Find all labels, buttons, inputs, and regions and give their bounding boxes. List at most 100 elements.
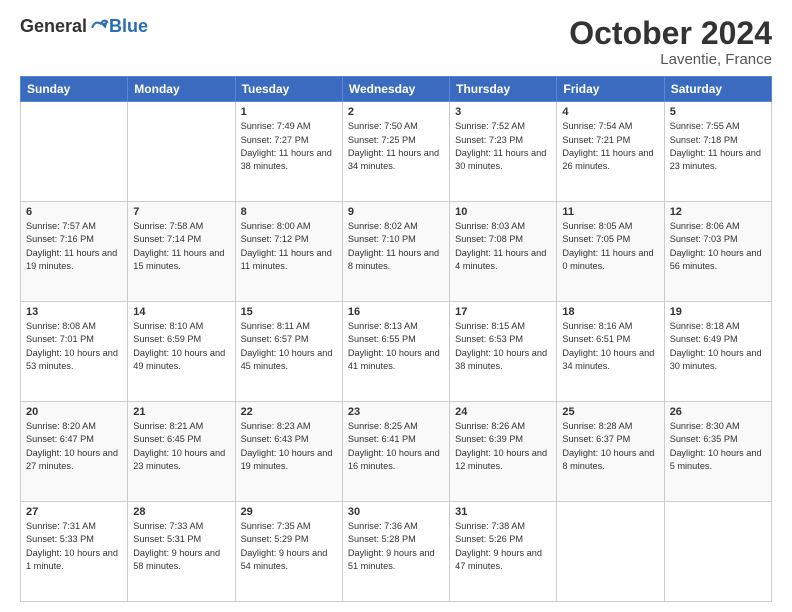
calendar-cell: 16Sunrise: 8:13 AMSunset: 6:55 PMDayligh… [342,302,449,402]
day-info: Sunrise: 8:26 AMSunset: 6:39 PMDaylight:… [455,420,551,473]
day-number: 21 [133,406,229,418]
day-info: Sunrise: 8:21 AMSunset: 6:45 PMDaylight:… [133,420,229,473]
calendar-cell: 24Sunrise: 8:26 AMSunset: 6:39 PMDayligh… [450,402,557,502]
day-info-line: Daylight: 11 hours and 30 minutes. [455,147,551,174]
day-info-line: Sunset: 5:33 PM [26,533,122,546]
day-info-line: Sunrise: 8:08 AM [26,320,122,333]
day-info: Sunrise: 8:10 AMSunset: 6:59 PMDaylight:… [133,320,229,373]
weekday-header-row: Sunday Monday Tuesday Wednesday Thursday… [21,77,772,102]
day-info-line: Sunrise: 8:02 AM [348,220,444,233]
day-info-line: Sunset: 7:01 PM [26,333,122,346]
day-info-line: Sunrise: 8:28 AM [562,420,658,433]
day-info-line: Sunrise: 7:49 AM [241,120,337,133]
calendar-cell: 20Sunrise: 8:20 AMSunset: 6:47 PMDayligh… [21,402,128,502]
day-number: 5 [670,106,766,118]
calendar-cell: 9 Sunrise: 8:02 AMSunset: 7:10 PMDaylight… [342,202,449,302]
day-info: Sunrise: 7:49 AMSunset: 7:27 PMDaylight:… [241,120,337,173]
calendar-cell: 25Sunrise: 8:28 AMSunset: 6:37 PMDayligh… [557,402,664,502]
day-info: Sunrise: 8:02 AMSunset: 7:10 PMDaylight:… [348,220,444,273]
day-info-line: Sunset: 6:43 PM [241,433,337,446]
day-number: 31 [455,506,551,518]
day-number: 13 [26,306,122,318]
day-info-line: Sunrise: 8:15 AM [455,320,551,333]
calendar-cell: 1Sunrise: 7:49 AMSunset: 7:27 PMDaylight… [235,102,342,202]
calendar-cell: 21 Sunrise: 8:21 AMSunset: 6:45 PMDayligh… [128,402,235,502]
day-info-line: Daylight: 10 hours and 23 minutes. [133,447,229,474]
calendar-week-row: 27Sunrise: 7:31 AMSunset: 5:33 PMDayligh… [21,502,772,602]
day-info-line: Daylight: 11 hours and 11 minutes. [241,247,337,274]
calendar-cell: 8Sunrise: 8:00 AMSunset: 7:12 PMDaylight… [235,202,342,302]
day-info-line: Sunrise: 8:21 AM [133,420,229,433]
logo-area: General Blue [20,16,148,37]
day-info-line: Daylight: 11 hours and 34 minutes. [348,147,444,174]
day-info-line: Sunrise: 7:54 AM [562,120,658,133]
day-info-line: Sunrise: 7:33 AM [133,520,229,533]
day-info: Sunrise: 8:03 AMSunset: 7:08 PMDaylight:… [455,220,551,273]
day-info-line: Sunrise: 8:16 AM [562,320,658,333]
day-info-line: Daylight: 11 hours and 23 minutes. [670,147,766,174]
day-info: Sunrise: 7:55 AMSunset: 7:18 PMDaylight:… [670,120,766,173]
day-number: 17 [455,306,551,318]
day-info-line: Sunrise: 7:50 AM [348,120,444,133]
day-info-line: Daylight: 11 hours and 19 minutes. [26,247,122,274]
header-saturday: Saturday [664,77,771,102]
day-number: 27 [26,506,122,518]
day-info-line: Daylight: 11 hours and 15 minutes. [133,247,229,274]
day-info: Sunrise: 8:25 AMSunset: 6:41 PMDaylight:… [348,420,444,473]
day-info-line: Sunrise: 7:52 AM [455,120,551,133]
day-info: Sunrise: 8:00 AMSunset: 7:12 PMDaylight:… [241,220,337,273]
day-number: 9 [348,206,444,218]
day-info-line: Sunrise: 8:30 AM [670,420,766,433]
calendar-cell: 12Sunrise: 8:06 AMSunset: 7:03 PMDayligh… [664,202,771,302]
calendar-cell: 3Sunrise: 7:52 AMSunset: 7:23 PMDaylight… [450,102,557,202]
day-info-line: Daylight: 10 hours and 56 minutes. [670,247,766,274]
day-info-line: Sunset: 7:25 PM [348,134,444,147]
day-info-line: Sunset: 6:37 PM [562,433,658,446]
title-area: October 2024 Laventie, France [569,16,772,68]
day-info-line: Sunrise: 7:36 AM [348,520,444,533]
day-info-line: Daylight: 11 hours and 0 minutes. [562,247,658,274]
calendar-cell: 13Sunrise: 8:08 AMSunset: 7:01 PMDayligh… [21,302,128,402]
location-title: Laventie, France [569,51,772,68]
day-info: Sunrise: 7:52 AMSunset: 7:23 PMDaylight:… [455,120,551,173]
day-info: Sunrise: 8:20 AMSunset: 6:47 PMDaylight:… [26,420,122,473]
day-info-line: Sunrise: 8:26 AM [455,420,551,433]
day-info-line: Sunrise: 7:58 AM [133,220,229,233]
day-info-line: Sunset: 7:27 PM [241,134,337,147]
day-info-line: Sunrise: 8:11 AM [241,320,337,333]
day-number: 22 [241,406,337,418]
calendar-cell: 5 Sunrise: 7:55 AMSunset: 7:18 PMDaylight… [664,102,771,202]
day-info: Sunrise: 7:35 AMSunset: 5:29 PMDaylight:… [241,520,337,573]
calendar-cell: 27Sunrise: 7:31 AMSunset: 5:33 PMDayligh… [21,502,128,602]
day-number: 14 [133,306,229,318]
day-info-line: Sunrise: 8:18 AM [670,320,766,333]
day-info-line: Sunset: 7:14 PM [133,233,229,246]
calendar-cell: 10Sunrise: 8:03 AMSunset: 7:08 PMDayligh… [450,202,557,302]
calendar-cell: 14 Sunrise: 8:10 AMSunset: 6:59 PMDayligh… [128,302,235,402]
day-info: Sunrise: 7:58 AMSunset: 7:14 PMDaylight:… [133,220,229,273]
day-info-line: Sunset: 5:31 PM [133,533,229,546]
day-info: Sunrise: 8:11 AMSunset: 6:57 PMDaylight:… [241,320,337,373]
day-info: Sunrise: 7:38 AMSunset: 5:26 PMDaylight:… [455,520,551,573]
day-number: 2 [348,106,444,118]
day-info-line: Daylight: 10 hours and 30 minutes. [670,347,766,374]
calendar-cell: 19Sunrise: 8:18 AMSunset: 6:49 PMDayligh… [664,302,771,402]
calendar-cell: 18Sunrise: 8:16 AMSunset: 6:51 PMDayligh… [557,302,664,402]
day-info-line: Sunset: 7:18 PM [670,134,766,147]
day-info: Sunrise: 7:54 AMSunset: 7:21 PMDaylight:… [562,120,658,173]
day-info-line: Sunset: 6:45 PM [133,433,229,446]
header-tuesday: Tuesday [235,77,342,102]
day-info-line: Sunrise: 8:05 AM [562,220,658,233]
day-number: 16 [348,306,444,318]
day-info-line: Daylight: 10 hours and 27 minutes. [26,447,122,474]
calendar-cell: 30Sunrise: 7:36 AMSunset: 5:28 PMDayligh… [342,502,449,602]
header-friday: Friday [557,77,664,102]
day-info-line: Sunset: 6:41 PM [348,433,444,446]
day-info-line: Daylight: 9 hours and 54 minutes. [241,547,337,574]
day-info-line: Sunrise: 7:55 AM [670,120,766,133]
logo-icon [89,17,109,37]
calendar-cell: 4Sunrise: 7:54 AMSunset: 7:21 PMDaylight… [557,102,664,202]
day-info-line: Sunrise: 8:03 AM [455,220,551,233]
day-number: 11 [562,206,658,218]
calendar-cell: 6Sunrise: 7:57 AMSunset: 7:16 PMDaylight… [21,202,128,302]
